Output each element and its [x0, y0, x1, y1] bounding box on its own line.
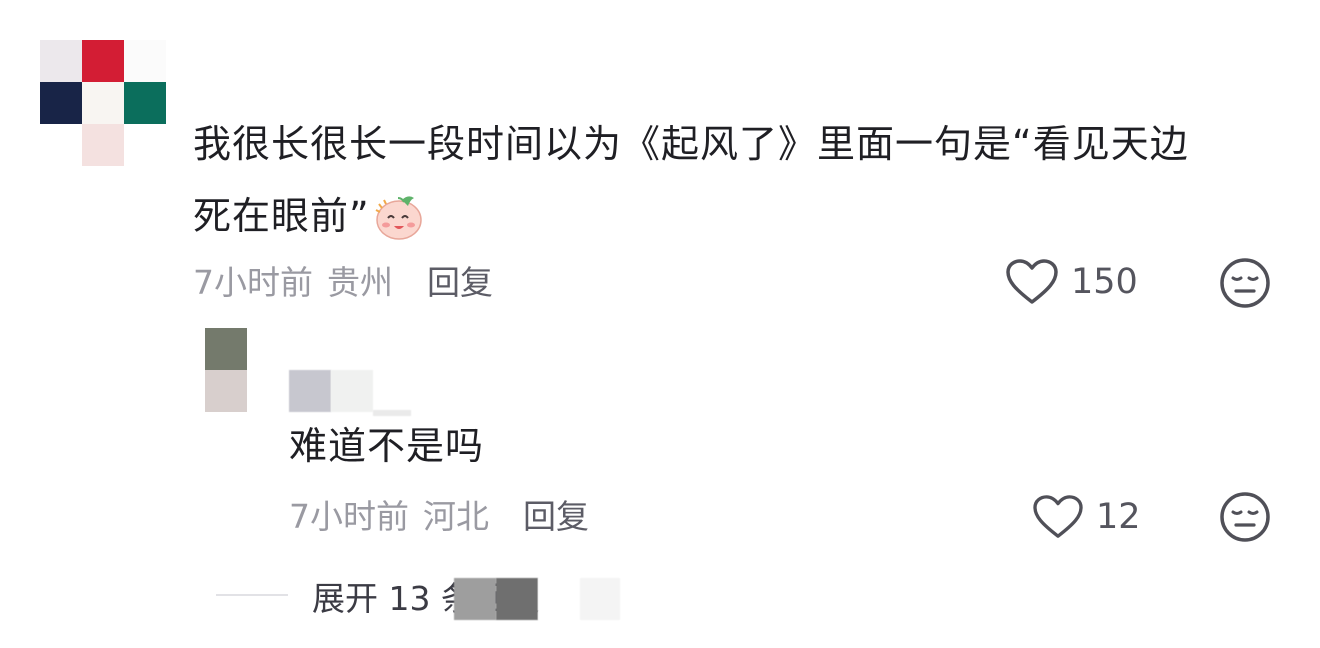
- avatar-pixel: [40, 40, 82, 82]
- comment-text-line: 死在眼前”: [193, 180, 1293, 252]
- neutral-face-icon: [1219, 492, 1271, 547]
- smiling-blush-emoji-icon: [372, 188, 428, 244]
- reply-meta: 7小时前 河北 回复: [289, 492, 589, 536]
- reply-button[interactable]: 回复: [523, 490, 589, 538]
- heart-icon: [1032, 494, 1084, 540]
- dislike-button[interactable]: [1219, 491, 1271, 543]
- neutral-face-icon: [1219, 258, 1271, 313]
- avatar-pixel: [82, 82, 124, 124]
- redaction-block: [454, 578, 496, 620]
- reply-button[interactable]: 回复: [427, 256, 493, 304]
- comment-time: 7小时前: [193, 263, 313, 302]
- heart-icon: [1005, 258, 1059, 306]
- avatar-pixel: [82, 40, 124, 82]
- avatar[interactable]: [40, 40, 166, 166]
- redaction-block: [496, 578, 538, 620]
- redaction-block: [580, 578, 620, 620]
- dislike-button[interactable]: [1219, 257, 1271, 309]
- comment-text-line: 我很长很长一段时间以为《起风了》里面一句是“看见天边: [193, 122, 1189, 166]
- reply-text: 难道不是吗: [289, 424, 485, 468]
- username-redacted: [289, 370, 331, 412]
- avatar-pixel: [40, 82, 82, 124]
- comment-location: 贵州: [327, 263, 393, 302]
- like-button[interactable]: 12: [1032, 492, 1141, 542]
- avatar-pixel: [124, 40, 166, 82]
- like-count: 150: [1071, 262, 1138, 302]
- avatar-pixel: [205, 328, 247, 370]
- like-button[interactable]: 150: [1005, 256, 1138, 308]
- like-count: 12: [1096, 497, 1141, 537]
- comment-text: 我很长很长一段时间以为《起风了》里面一句是“看见天边 死在眼前”: [193, 108, 1293, 252]
- redaction-block: [538, 578, 580, 620]
- reply-avatar[interactable]: [205, 328, 249, 414]
- avatar-pixel: [124, 82, 166, 124]
- avatar-pixel: [82, 124, 124, 166]
- username-redacted: [331, 370, 373, 412]
- avatar-pixel: [205, 370, 247, 412]
- reply-time: 7小时前: [289, 497, 409, 536]
- comment-meta: 7小时前 贵州 回复: [193, 258, 493, 302]
- expand-divider: [216, 594, 288, 596]
- reply-location: 河北: [423, 497, 489, 536]
